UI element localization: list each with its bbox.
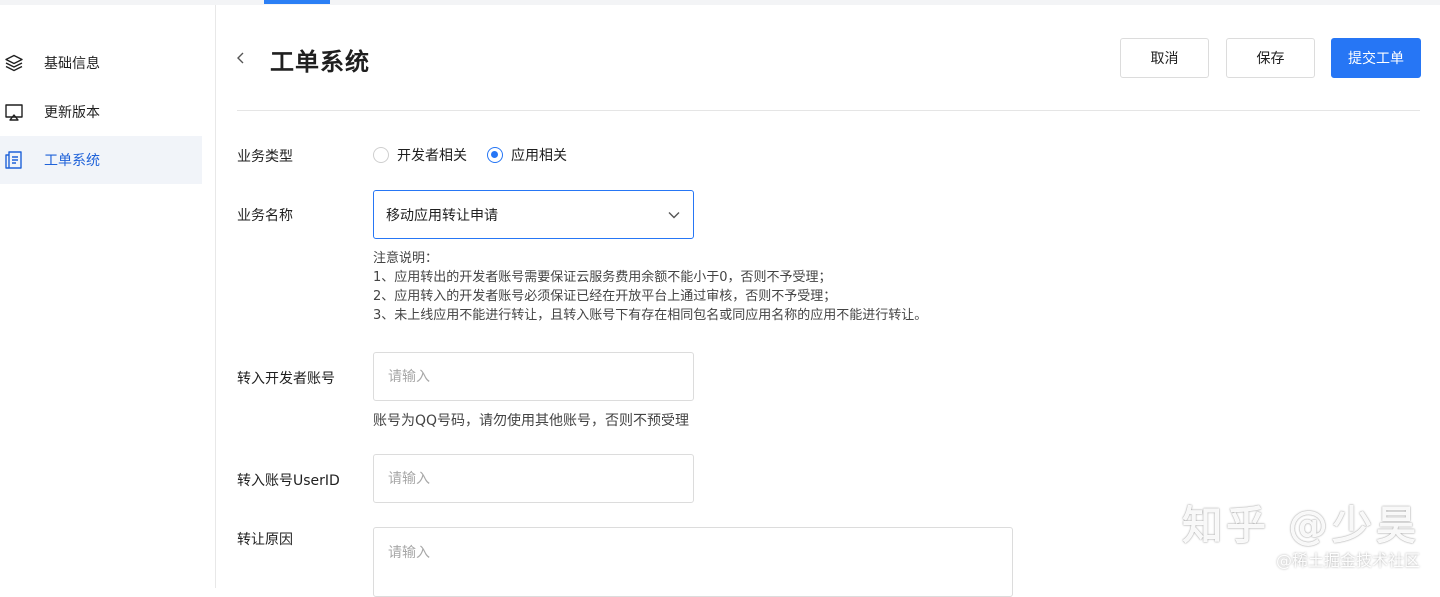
sidebar-item-update-version[interactable]: 更新版本 [0, 88, 202, 136]
radio-circle-checked[interactable] [487, 147, 503, 163]
sidebar-item-label: 更新版本 [44, 105, 100, 121]
top-tab-strip [0, 0, 1440, 5]
page-title: 工单系统 [270, 48, 370, 76]
sidebar-item-label: 工单系统 [44, 153, 100, 169]
notes-line: 2、应用转入的开发者账号必须保证已经在开放平台上通过审核，否则不予受理； [373, 289, 837, 304]
developer-account-label: 转入开发者账号 [237, 371, 335, 387]
save-button[interactable]: 保存 [1226, 38, 1315, 78]
chevron-down-icon [667, 208, 681, 222]
business-name-select[interactable]: 移动应用转让申请 [373, 190, 694, 239]
document-icon [4, 150, 24, 170]
radio-developer-related[interactable]: 开发者相关 [373, 145, 467, 165]
business-name-label: 业务名称 [237, 208, 293, 224]
sidebar-item-ticket-system[interactable]: 工单系统 [0, 136, 202, 184]
sidebar-item-label: 基础信息 [44, 56, 100, 72]
sidebar: 基础信息 更新版本 工单系统 [0, 5, 216, 588]
business-name-value: 移动应用转让申请 [386, 207, 498, 224]
notes-title: 注意说明： [373, 251, 439, 266]
business-type-label: 业务类型 [237, 149, 293, 165]
user-id-input[interactable] [373, 454, 694, 503]
header-divider [237, 110, 1420, 111]
sidebar-item-basic-info[interactable]: 基础信息 [0, 39, 202, 87]
radio-circle[interactable] [373, 147, 389, 163]
watermark-sub: @稀土掘金技术社区 [1275, 551, 1420, 570]
monitor-icon [4, 102, 24, 122]
radio-label: 开发者相关 [397, 148, 467, 164]
radio-app-related[interactable]: 应用相关 [487, 145, 567, 165]
user-id-label: 转入账号UserID [237, 473, 340, 489]
layers-icon [4, 53, 24, 73]
radio-label: 应用相关 [511, 148, 567, 164]
reason-textarea[interactable] [373, 527, 1013, 597]
developer-account-input[interactable] [373, 352, 694, 401]
top-tab-active-indicator [264, 0, 330, 4]
reason-label: 转让原因 [237, 532, 293, 548]
notes-line: 3、未上线应用不能进行转让，且转入账号下有存在相同包名或同应用名称的应用不能进行… [373, 308, 928, 323]
developer-account-hint: 账号为QQ号码，请勿使用其他账号，否则不预受理 [373, 413, 690, 429]
back-button[interactable] [232, 48, 250, 70]
submit-ticket-button[interactable]: 提交工单 [1331, 38, 1421, 78]
notes-line: 1、应用转出的开发者账号需要保证云服务费用余额不能小于0，否则不予受理； [373, 270, 832, 285]
notes-block: 注意说明： 1、应用转出的开发者账号需要保证云服务费用余额不能小于0，否则不予受… [373, 249, 927, 325]
cancel-button[interactable]: 取消 [1120, 38, 1209, 78]
chevron-left-icon [236, 50, 246, 69]
watermark-main: 知乎 @少昊 [1182, 503, 1420, 549]
watermark: 知乎 @少昊 @稀土掘金技术社区 [1182, 505, 1420, 571]
